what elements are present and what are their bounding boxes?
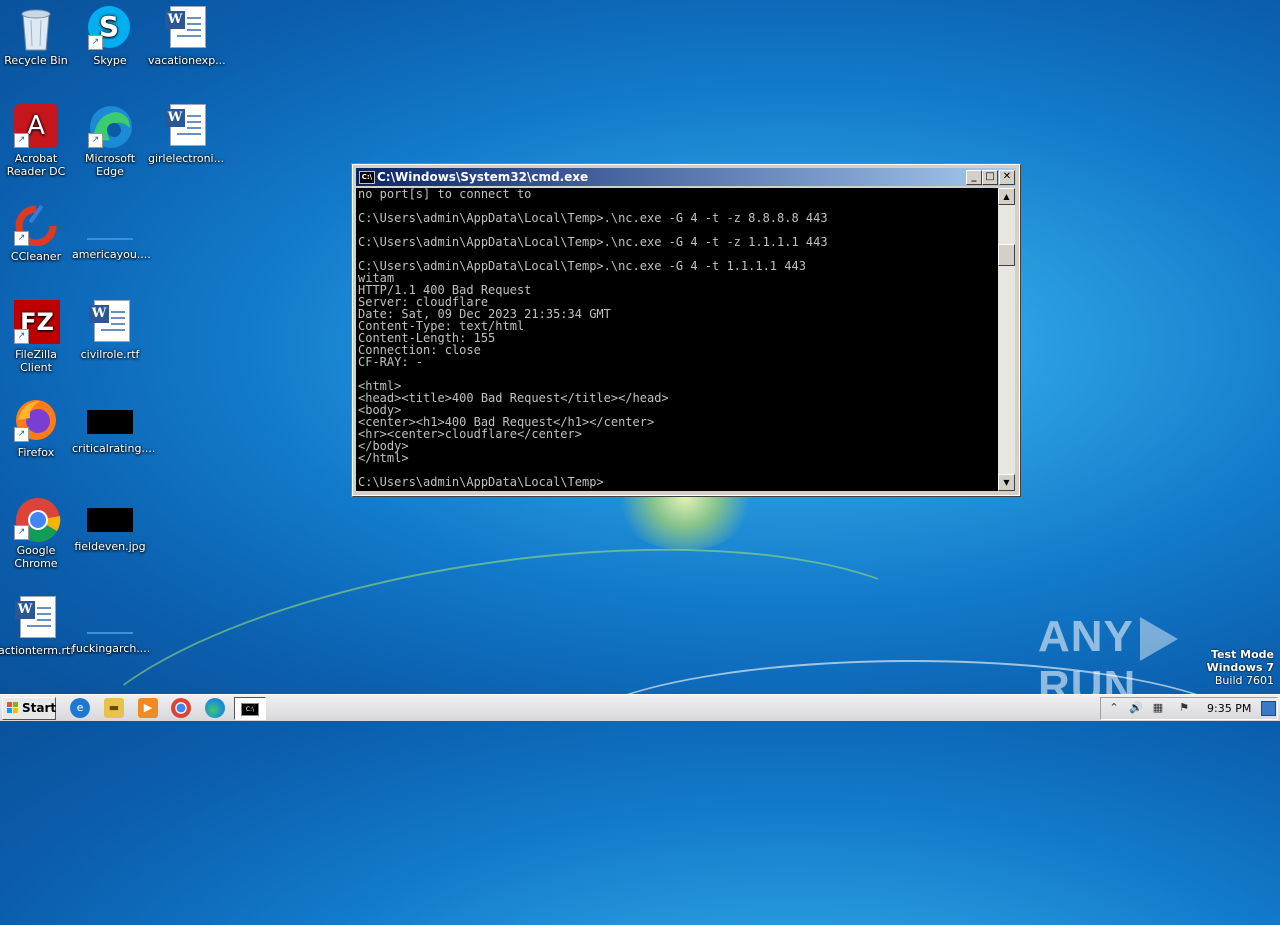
desktop-icon-fieldeven[interactable]: fieldeven.jpg	[72, 496, 148, 553]
desktop-icon-girlelectroni[interactable]: W girlelectroni...	[148, 104, 224, 165]
desktop-icon-americayou[interactable]: americayou....	[72, 202, 151, 261]
desktop-icon-actionterm[interactable]: W actionterm.rtf	[0, 596, 74, 657]
word-document-icon: W	[88, 300, 132, 344]
scroll-up-button[interactable]: ▲	[998, 188, 1015, 205]
cmd-titlebar[interactable]: C:\ C:\Windows\System32\cmd.exe _ □ ✕	[356, 168, 1016, 186]
desktop-icon-filezilla[interactable]: FZ ↗ FileZilla Client	[0, 300, 74, 374]
icon-label: vacationexp...	[148, 54, 226, 67]
file-icon	[87, 214, 133, 240]
action-center-flag-icon[interactable]: ⚑	[1177, 701, 1191, 715]
test-mode-label: Test Mode	[1211, 648, 1274, 661]
console-line: <hr><center>cloudflare</center>	[358, 427, 582, 441]
icon-label: CCleaner	[10, 250, 62, 263]
ccleaner-icon: ↗	[14, 202, 58, 247]
recycle-bin-icon	[14, 6, 58, 51]
clock[interactable]: 9:35 PM	[1207, 698, 1251, 719]
system-tray: ⌃ 🔊 ▦ ⚑ 9:35 PM	[1100, 697, 1278, 720]
console-line: C:\Users\admin\AppData\Local\Temp>	[358, 475, 604, 489]
icon-label: americayou....	[72, 248, 151, 261]
file-icon	[87, 608, 133, 634]
desktop-icon-edge[interactable]: ↗ Microsoft Edge	[72, 104, 148, 178]
desktop-icon-recycle-bin[interactable]: Recycle Bin	[0, 6, 74, 67]
desktop-icon-civilrole[interactable]: W civilrole.rtf	[72, 300, 148, 361]
console-line: <head><title>400 Bad Request</title></he…	[358, 391, 669, 405]
chrome-icon[interactable]	[171, 698, 191, 718]
network-icon[interactable]: ▦	[1151, 701, 1165, 715]
icon-label: Google Chrome	[14, 544, 58, 570]
console-line: </html>	[358, 451, 409, 465]
test-mode-notice: Test Mode Windows 7 Build 7601	[1207, 648, 1274, 687]
cmd-icon: C:\	[241, 703, 259, 716]
image-file-icon	[87, 410, 133, 434]
media-player-icon[interactable]: ▶	[138, 698, 158, 718]
desktop-icon-firefox[interactable]: ↗ Firefox	[0, 398, 74, 459]
icon-label: fieldeven.jpg	[74, 540, 146, 553]
edge-icon[interactable]	[205, 698, 225, 718]
desktop-icon-vacationexp[interactable]: W vacationexp...	[148, 6, 226, 67]
show-desktop-button[interactable]	[1261, 701, 1276, 716]
console-line: C:\Users\admin\AppData\Local\Temp>.\nc.e…	[358, 211, 828, 225]
icon-label: Microsoft Edge	[84, 152, 136, 178]
icon-label: criticalrating....	[72, 442, 156, 455]
icon-label: actionterm.rtf	[0, 644, 75, 657]
word-document-icon: W	[164, 6, 208, 50]
word-document-icon: W	[14, 596, 58, 640]
desktop-icon-ccleaner[interactable]: ↗ CCleaner	[0, 202, 74, 263]
build-label: Build 7601	[1214, 674, 1274, 687]
chrome-icon: ↗	[14, 496, 61, 542]
icon-label: FileZilla Client	[15, 348, 57, 374]
volume-icon[interactable]: 🔊	[1129, 701, 1143, 715]
icon-label: Recycle Bin	[4, 54, 68, 67]
icon-label: Firefox	[17, 446, 55, 459]
cmd-window[interactable]: C:\ C:\Windows\System32\cmd.exe _ □ ✕ no…	[352, 164, 1020, 496]
windows-logo-icon	[7, 702, 19, 714]
play-logo-icon	[1139, 617, 1178, 662]
scroll-down-button[interactable]: ▼	[998, 474, 1015, 491]
skype-icon: S ↗	[88, 6, 132, 50]
minimize-button[interactable]: _	[966, 170, 982, 185]
file-explorer-icon[interactable]: ▬	[104, 698, 124, 718]
vertical-scrollbar[interactable]: ▲ ▼	[998, 188, 1015, 491]
console-line: Connection: close	[358, 343, 481, 357]
desktop-icon-acrobat[interactable]: A ↗ Acrobat Reader DC	[0, 104, 74, 178]
image-file-icon	[87, 508, 133, 532]
icon-label: Skype	[93, 54, 127, 67]
acrobat-reader-icon: A ↗	[14, 104, 58, 148]
firefox-icon: ↗	[14, 398, 58, 442]
desktop-icon-criticalrating[interactable]: criticalrating....	[72, 398, 156, 455]
desktop-icon-fuckingarch[interactable]: fuckingarch....	[72, 596, 151, 655]
word-document-icon: W	[164, 104, 208, 148]
internet-explorer-icon[interactable]: e	[70, 698, 90, 718]
start-label: Start	[22, 701, 57, 715]
icon-label: Acrobat Reader DC	[6, 152, 66, 178]
desktop-icon-chrome[interactable]: ↗ Google Chrome	[0, 496, 74, 570]
console-output[interactable]: no port[s] to connect to C:\Users\admin\A…	[356, 188, 998, 491]
console-line: C:\Users\admin\AppData\Local\Temp>.\nc.e…	[358, 235, 828, 249]
maximize-button[interactable]: □	[982, 170, 998, 185]
filezilla-icon: FZ ↗	[14, 300, 60, 344]
scroll-thumb[interactable]	[998, 244, 1015, 266]
icon-label: fuckingarch....	[72, 642, 151, 655]
icon-label: girlelectroni...	[148, 152, 225, 165]
console-line: </body>	[358, 439, 409, 453]
start-button[interactable]: Start	[2, 697, 56, 720]
cmd-icon: C:\	[359, 171, 375, 184]
console-line: C:\Users\admin\AppData\Local\Temp>.\nc.e…	[358, 259, 806, 273]
close-button[interactable]: ✕	[999, 170, 1015, 185]
taskbar-cmd-button[interactable]: C:\	[234, 697, 266, 720]
desktop-icon-skype[interactable]: S ↗ Skype	[72, 6, 148, 67]
os-label: Windows 7	[1206, 661, 1274, 674]
console-line: no port[s] to connect to	[358, 188, 532, 201]
icon-label: civilrole.rtf	[80, 348, 140, 361]
window-title: C:\Windows\System32\cmd.exe	[377, 170, 589, 184]
watermark-left: ANY	[1038, 612, 1134, 661]
console-line: CF-RAY: -	[358, 355, 424, 369]
show-hidden-icons-arrow[interactable]: ⌃	[1107, 701, 1121, 715]
edge-icon: ↗	[88, 104, 132, 148]
taskbar: Start e ▬ ▶ C:\ ⌃ 🔊 ▦ ⚑ 9:35 PM	[0, 694, 1280, 721]
